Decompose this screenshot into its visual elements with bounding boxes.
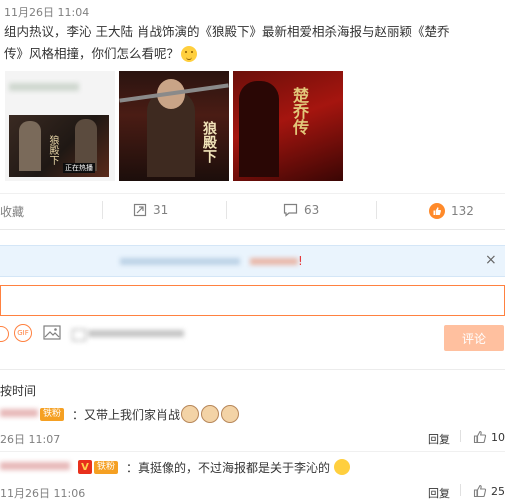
comment-text: ：真挺像的，不过海报都是关于李沁的 [126, 461, 331, 475]
poster-title-text: 狼殿下 [47, 135, 58, 165]
comment-text: ：又带上我们家肖战 [72, 408, 181, 422]
vip-badge-icon: V [78, 460, 92, 474]
comment-divider [0, 451, 505, 452]
like-count: 25 [491, 485, 505, 498]
comment-item: V 铁粉 ：真挺像的，不过海报都是关于李沁的 11月26日 11:06 回复 2… [0, 458, 505, 504]
notice-exclaim: ! [298, 254, 303, 268]
poster-title-chuqiao: 楚乔传 [290, 87, 309, 135]
fan-badge: 铁粉 [40, 408, 65, 421]
post-image-3[interactable]: 楚乔传 [233, 71, 343, 181]
blurred-username[interactable] [0, 462, 70, 470]
close-icon[interactable]: × [485, 252, 497, 268]
action-divider [226, 201, 227, 219]
blurred-username[interactable] [0, 409, 38, 417]
comment-item: 铁粉 ：又带上我们家肖战 26日 11:07 回复 10 [0, 405, 505, 449]
action-bar-top-border [0, 193, 505, 194]
sort-by-time[interactable]: 按时间 [0, 382, 36, 399]
action-divider [376, 201, 377, 219]
action-divider [460, 484, 461, 496]
thumbs-up-icon[interactable] [473, 430, 487, 444]
action-divider [102, 201, 103, 219]
comment-emoticons [181, 405, 239, 423]
notice-blurred-highlight [250, 258, 298, 265]
post-text: 组内热议，李沁 王大陆 肖战饰演的《狼殿下》最新相爱相杀海报与赵丽颖《楚乔 传》… [4, 21, 504, 65]
like-icon [429, 203, 445, 219]
smile-emoji-icon [334, 459, 350, 475]
emoji-icon [181, 46, 198, 62]
action-divider [460, 430, 461, 442]
poster-figure-left [19, 121, 41, 171]
blurred-option-text [88, 330, 184, 337]
notice-blurred-text [120, 258, 240, 265]
action-bar-bottom-border [0, 229, 505, 230]
reply-button[interactable]: 回复 [428, 431, 450, 447]
favorite-button[interactable]: 收藏 [0, 203, 24, 220]
poster-figure-dark [239, 81, 279, 177]
submit-comment-button[interactable]: 评论 [444, 325, 504, 351]
image-upload-icon[interactable] [43, 325, 61, 340]
like-button[interactable]: 132 [429, 203, 474, 219]
poster-title-large: 狼殿下 [201, 121, 217, 163]
gif-icon[interactable]: GIF [14, 324, 32, 342]
post-text-line2: 传》风格相撞，你们怎么看呢？ [4, 43, 504, 65]
comments-divider [0, 369, 505, 370]
comment-button[interactable]: 63 [283, 203, 319, 217]
comment-input[interactable] [0, 285, 505, 316]
cat-emoji-icon [201, 405, 219, 423]
like-count: 10 [491, 431, 505, 444]
post-image-1[interactable]: 狼殿下 正在热播 [5, 71, 115, 181]
repost-button[interactable]: 31 [133, 203, 168, 217]
image-blurred-text [9, 83, 79, 91]
cat-emoji-icon [221, 405, 239, 423]
emoji-picker-icon[interactable] [0, 326, 9, 342]
comment-icon [283, 203, 298, 217]
cat-emoji-icon [181, 405, 199, 423]
reply-button[interactable]: 回复 [428, 485, 450, 501]
notice-banner: ! × [0, 245, 505, 277]
blurred-checkbox[interactable] [72, 329, 86, 341]
post-text-line1: 组内热议，李沁 王大陆 肖战饰演的《狼殿下》最新相爱相杀海报与赵丽颖《楚乔 [4, 24, 450, 39]
comment-time: 11月26日 11:06 [0, 487, 86, 500]
comment-time: 26日 11:07 [0, 433, 61, 446]
thumbs-up-icon[interactable] [473, 484, 487, 498]
post-timestamp[interactable]: 11月26日 11:04 [4, 4, 89, 20]
fan-badge: 铁粉 [94, 461, 119, 474]
poster-caption: 正在热播 [63, 163, 95, 173]
post-image-2[interactable]: 狼殿下 [119, 71, 229, 181]
repost-icon [133, 203, 147, 217]
